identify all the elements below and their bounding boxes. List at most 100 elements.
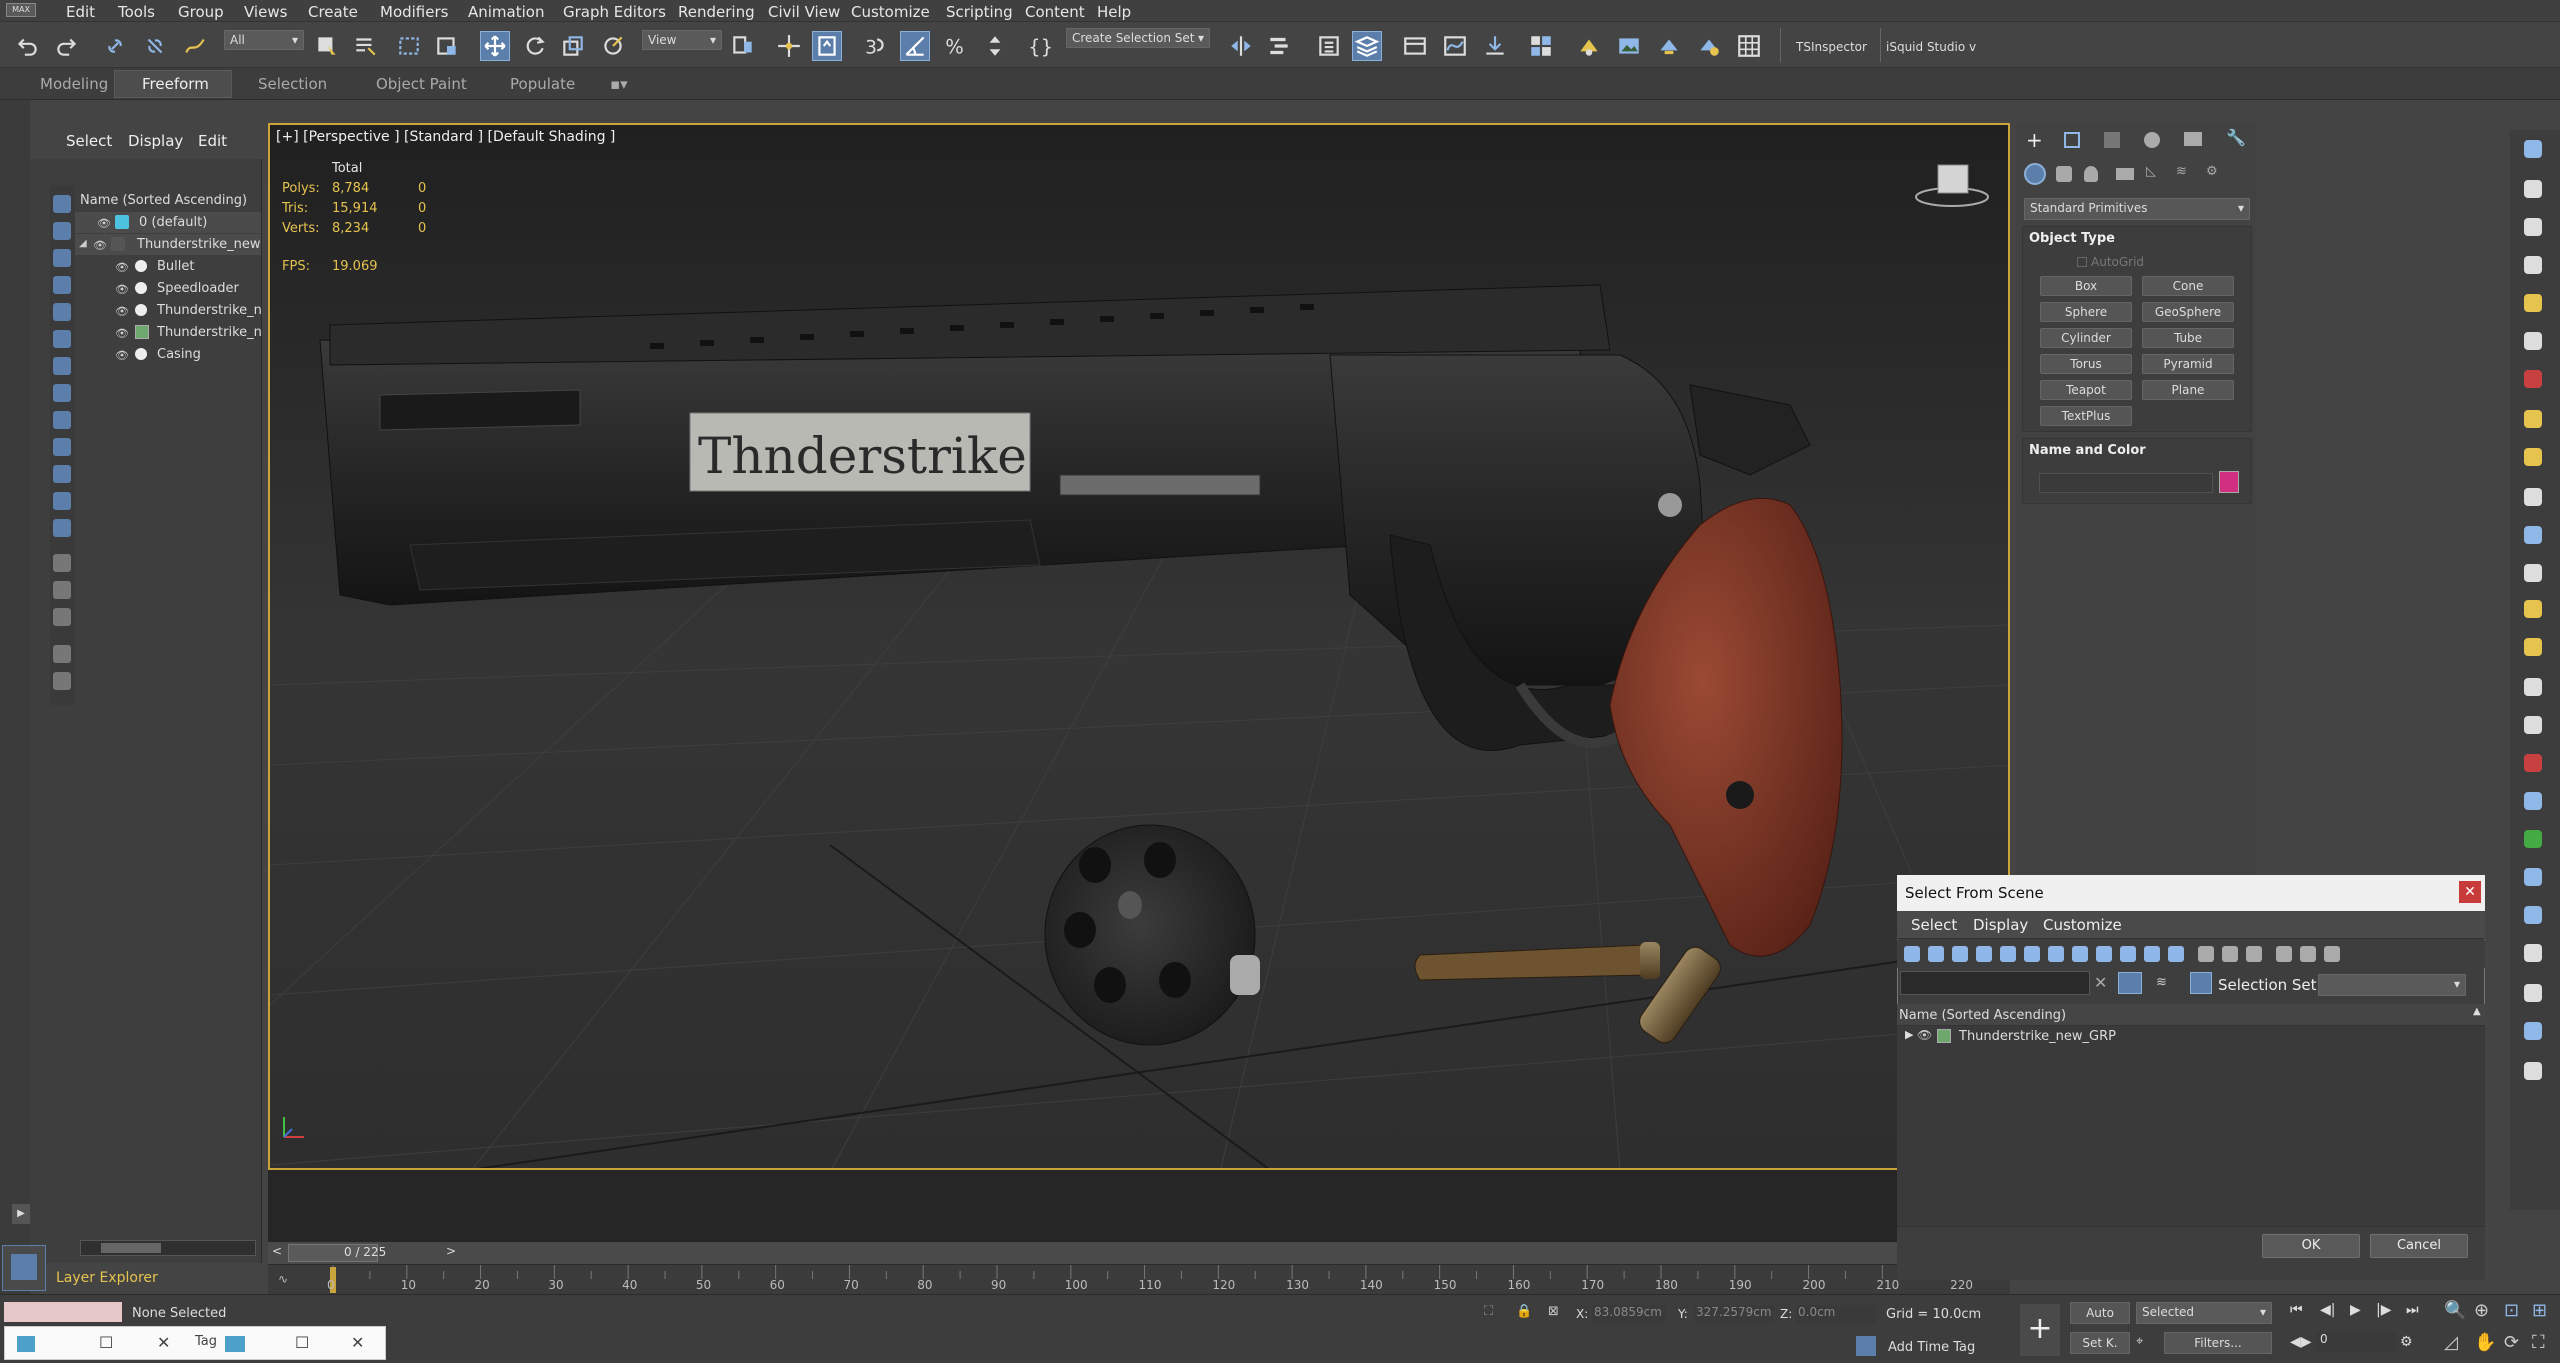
scrollbar-thumb[interactable]: [101, 1243, 161, 1253]
toolbox-icon[interactable]: [2524, 256, 2542, 274]
dialog-menu-select[interactable]: Select: [1911, 916, 1957, 934]
scene-row-speedloader[interactable]: 👁 Speedloader: [75, 278, 261, 299]
settings-icon[interactable]: [2324, 946, 2340, 962]
viewport-label[interactable]: [+] [Perspective ] [Standard ] [Default …: [276, 129, 615, 145]
helpers-category-icon[interactable]: ◺: [2146, 164, 2156, 179]
active-shade-icon[interactable]: [2524, 218, 2542, 236]
next-frame-icon[interactable]: |▶: [2376, 1302, 2391, 1318]
app-logo[interactable]: MAX: [6, 3, 36, 17]
geosphere-button[interactable]: GeoSphere: [2142, 302, 2234, 322]
angle-snap-icon[interactable]: [900, 31, 930, 61]
y-coordinate-field[interactable]: 327.2579cm: [1694, 1305, 1774, 1323]
display-shapes-icon[interactable]: [53, 249, 71, 267]
dialog-title-bar[interactable]: Select From Scene ✕: [1897, 875, 2485, 911]
current-frame-field[interactable]: 0: [2316, 1332, 2396, 1352]
eye-icon[interactable]: 👁: [93, 239, 107, 252]
sphere-light-icon[interactable]: [2524, 448, 2542, 466]
cameras-category-icon[interactable]: [2116, 168, 2134, 180]
set-key-icon[interactable]: +: [2020, 1304, 2060, 1356]
mirror-icon[interactable]: [1226, 31, 1256, 61]
display-none-icon[interactable]: [53, 195, 71, 213]
isquid-studio-button[interactable]: iSquid Studio v: [1886, 40, 1976, 54]
dialog-search-input[interactable]: [1900, 971, 2090, 995]
plant-icon[interactable]: [2524, 830, 2542, 848]
create-tab-icon[interactable]: +: [2026, 128, 2043, 152]
menu-content[interactable]: Content: [1025, 3, 1085, 21]
field-of-view-icon[interactable]: ◿: [2444, 1332, 2458, 1353]
pan-icon[interactable]: ✋: [2474, 1332, 2496, 1353]
motion-tab-icon[interactable]: [2144, 132, 2160, 148]
spinner-snap-icon[interactable]: [980, 31, 1010, 61]
isolate-selection-icon[interactable]: ⛶: [1484, 1304, 1493, 1319]
window-crossing-icon[interactable]: [432, 31, 462, 61]
frozen-filter-icon[interactable]: [2144, 946, 2160, 962]
autogrid-checkbox[interactable]: [2077, 257, 2087, 267]
menu-group[interactable]: Group: [178, 3, 224, 21]
display-spacewarps-icon[interactable]: [53, 357, 71, 375]
display-bones-icon[interactable]: [53, 438, 71, 456]
geometry-filter-icon[interactable]: [1904, 946, 1920, 962]
scene-menu-select[interactable]: Select: [66, 132, 112, 150]
window-icon[interactable]: [2524, 410, 2542, 428]
eye-icon[interactable]: 👁: [115, 327, 129, 340]
xrefs-filter-icon[interactable]: [2072, 946, 2088, 962]
spacewarps-category-icon[interactable]: ≋: [2176, 164, 2187, 179]
render-icon[interactable]: [2524, 370, 2542, 388]
sphere-icon[interactable]: [2524, 638, 2542, 656]
dialog-menu-customize[interactable]: Customize: [2043, 916, 2122, 934]
eye-icon[interactable]: 👁: [115, 305, 129, 318]
perspective-viewport[interactable]: Thnderstrike [+] [Perspective] [Standar…: [268, 123, 2010, 1170]
select-and-rotate-icon[interactable]: [520, 31, 550, 61]
key-filter-dropdown[interactable]: Selected ▾: [2136, 1302, 2272, 1324]
time-next-icon[interactable]: >: [446, 1244, 456, 1258]
tab-freeform[interactable]: Freeform: [142, 75, 209, 93]
display-containers-icon[interactable]: [53, 465, 71, 483]
systems-category-icon[interactable]: ⚙: [2206, 164, 2218, 179]
bind-space-warp-icon[interactable]: [180, 31, 210, 61]
cancel-button[interactable]: Cancel: [2370, 1234, 2468, 1258]
snaps-toggle-icon[interactable]: 3: [860, 31, 890, 61]
rope-icon[interactable]: [2524, 868, 2542, 886]
named-selection-set-dropdown[interactable]: Create Selection Set ▾: [1066, 28, 1210, 48]
percent-snap-icon[interactable]: %: [940, 31, 970, 61]
eye-icon[interactable]: 👁: [115, 349, 129, 362]
utilities-tab-icon[interactable]: 🔧: [2226, 128, 2246, 147]
globe-icon[interactable]: [2524, 906, 2542, 924]
display-none-toggle-icon[interactable]: [53, 581, 71, 599]
containers-filter-icon[interactable]: [2120, 946, 2136, 962]
menu-scripting[interactable]: Scripting: [946, 3, 1013, 21]
toggle-scene-explorer-icon[interactable]: [1314, 31, 1344, 61]
scene-row-default-layer[interactable]: 👁 0 (default): [75, 212, 261, 233]
sun-icon[interactable]: [2524, 600, 2542, 618]
hierarchy-tab-icon[interactable]: [2104, 132, 2120, 148]
name-and-color-title[interactable]: Name and Color: [2029, 443, 2146, 458]
pivot-center-icon[interactable]: [728, 31, 758, 61]
key-mode-icon[interactable]: ⌖: [2136, 1334, 2143, 1349]
object-type-title[interactable]: Object Type: [2029, 231, 2115, 246]
eye-icon[interactable]: 👁: [115, 283, 129, 296]
plane-button[interactable]: Plane: [2142, 380, 2234, 400]
menu-rendering[interactable]: Rendering: [678, 3, 755, 21]
shapes-filter-icon[interactable]: [1928, 946, 1944, 962]
collapse-arrow-icon[interactable]: ◢: [79, 238, 87, 249]
display-xrefs-icon[interactable]: [53, 411, 71, 429]
toggle-ribbon-icon[interactable]: [1400, 31, 1430, 61]
go-to-end-icon[interactable]: ⏭: [2406, 1302, 2419, 1318]
camera-icon[interactable]: [2524, 332, 2542, 350]
close-icon[interactable]: ✕: [351, 1333, 364, 1352]
maxscript-listener-mini[interactable]: [4, 1302, 122, 1322]
display-groups-icon[interactable]: [53, 384, 71, 402]
display-helpers-icon[interactable]: [53, 330, 71, 348]
rendered-frame-window-icon[interactable]: [1614, 31, 1644, 61]
app-window-icon[interactable]: [17, 1336, 35, 1352]
render-production-icon[interactable]: [1654, 31, 1684, 61]
ribbon-options-icon[interactable]: ▪▾: [610, 75, 628, 93]
scene-row-casing[interactable]: 👁 Casing: [75, 344, 261, 365]
textplus-button[interactable]: TextPlus: [2040, 406, 2132, 426]
menu-edit[interactable]: Edit: [66, 3, 95, 21]
shapes-category-icon[interactable]: [2056, 166, 2072, 182]
key-mode-toggle-icon[interactable]: ◀▶: [2290, 1334, 2312, 1350]
unlink-icon[interactable]: [140, 31, 170, 61]
close-icon[interactable]: ✕: [157, 1333, 170, 1352]
layer-explorer-label[interactable]: Layer Explorer: [56, 1270, 158, 1286]
